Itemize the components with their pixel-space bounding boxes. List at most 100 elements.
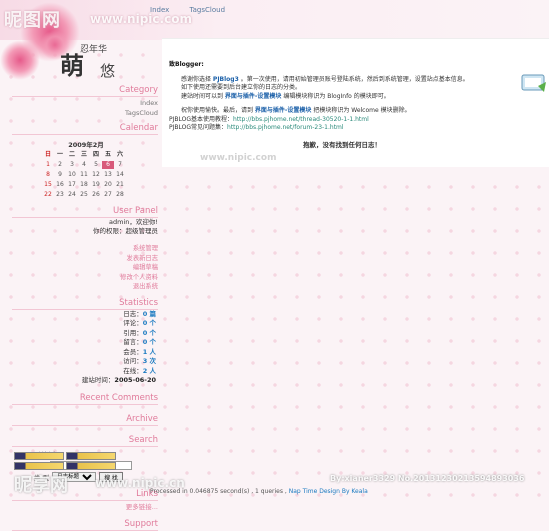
calendar-day[interactable]: 22 [42,191,54,199]
help-line: PJBLOG常见问题集：http://bbs.pjhome.net/forum-… [169,124,344,131]
category-link-index[interactable]: Index [12,98,158,108]
watermark-id: By:xianer3329 No.20131230213594893036 [330,474,525,483]
category-links: Index TagsCloud [12,97,158,118]
calendar-day[interactable]: 10 [66,171,78,179]
stat-row: 留言：0 个 [123,338,156,346]
calendar-day[interactable]: 20 [102,181,114,189]
theme-credit[interactable]: Nap Time Design By Keala [289,488,368,495]
w3c-badge[interactable] [66,462,116,470]
w3c-badge[interactable] [66,452,116,460]
tutorial-link[interactable]: http://bbs.pjhome.net/thread-30520-1-1.h… [233,116,369,123]
logo-mark: 萌 [60,51,84,80]
w3c-badge[interactable] [14,462,64,470]
calendar-day[interactable]: 13 [102,171,114,179]
statistics-list: 日志：0 篇评论：0 个引用：0 个留言：0 个会员：1 人访问：3 次在线：2… [12,310,156,386]
footer: Processed in 0.046875 second(s) , 1 quer… [150,488,368,495]
statistics-title: Statistics [12,297,158,310]
calendar-day[interactable]: 1 [42,161,54,169]
stat-row: 在线：2 人 [123,366,156,375]
role-text: 你的权限：超级管理员 [93,227,158,235]
stat-row: 评论：0 个 [123,319,156,327]
calendar-day[interactable]: 24 [66,191,78,199]
flower-decoration [0,40,40,80]
calendar-weekday: 三 [80,151,87,158]
calendar-weekday: 四 [92,151,99,158]
calendar-weekday: 一 [56,151,63,158]
calendar-day[interactable]: 17 [66,181,78,189]
stat-row: 会员：1 人 [123,347,156,356]
faq-link[interactable]: http://bbs.pjhome.net/forum-23-1.html [227,124,344,131]
calendar-day[interactable]: 11 [78,171,90,179]
calendar-grid: 日一二三四五六 1 2 3 4 5 6 7 8 9 10 11 12 13 14 15 16 17 18 19 20 21… [42,151,130,199]
calendar-day[interactable]: 27 [102,191,114,199]
user-info: admin，欢迎你! 你的权限：超级管理员 [12,218,158,236]
stat-row: 建站时间：2005-06-20 [81,376,156,384]
calendar-day[interactable]: 26 [90,191,102,199]
welcome-paragraph: 如下使用还需要到后台建立你的日志的分类。 [181,84,302,91]
welcome-paragraph: 祝你使用愉快。最后，请到 界面与插件-设置模块 把模块称识为 Welcome 模… [181,107,411,114]
admin-link-new-post[interactable]: 发表新日志 [12,254,158,264]
admin-link-system[interactable]: 系统管理 [12,244,158,254]
calendar-weekday: 二 [68,151,75,158]
search-title: Search [12,434,158,447]
archive-title: Archive [12,413,158,426]
calendar-day[interactable]: 21 [114,181,126,189]
calendar-day[interactable]: 23 [54,191,66,199]
calendar-day[interactable]: 9 [54,171,66,179]
calendar-day[interactable]: 28 [114,191,126,199]
calendar-day[interactable]: 16 [54,181,66,189]
calendar-day[interactable]: 8 [42,171,54,179]
support-badges [14,452,124,470]
admin-link-drafts[interactable]: 编辑草稿 [12,263,158,273]
not-found-message: 抱歉，没有找到任何日志！ [303,141,381,149]
stat-row: 日志：0 篇 [123,309,156,318]
recent-comments-title: Recent Comments [12,392,158,405]
calendar-weekday: 日 [44,151,51,158]
help-line: PJBLOG基本使用教程：http://bbs.pjhome.net/threa… [169,115,369,123]
calendar-day[interactable]: 7 [114,161,126,169]
calendar-day[interactable]: 15 [42,181,54,189]
logo-subtitle-2: 悠 [100,62,116,80]
calendar-day[interactable]: 14 [114,171,126,179]
category-link-tagscloud[interactable]: TagsCloud [12,108,158,118]
watermark-brand: 昵图网 [4,10,61,31]
watermark-url: www.nipic.com [200,153,277,163]
calendar-day[interactable]: 12 [90,171,102,179]
watermark-brand: 昵享网 [14,475,68,496]
calendar-weekday: 五 [104,151,111,158]
user-panel-title: User Panel [12,205,158,218]
calendar-day[interactable]: 18 [78,181,90,189]
more-links[interactable]: 更多链接... [12,501,158,512]
nav-tagscloud-link[interactable]: TagsCloud [190,6,226,14]
support-title: Support [12,518,158,531]
greeting: 致Blogger: [169,61,204,68]
calendar-day[interactable]: 6 [102,161,114,169]
calendar: 2009年2月 日一二三四五六 1 2 3 4 5 6 7 8 9 10 11 12 13 14 15 16 17… [42,139,130,199]
calendar-month: 2009年2月 [68,141,104,149]
computer-icon [521,74,546,92]
calendar-day[interactable]: 4 [78,161,90,169]
calendar-day[interactable]: 19 [90,181,102,189]
calendar-day[interactable]: 5 [90,161,102,169]
top-nav: Index TagsCloud [150,6,243,14]
calendar-day[interactable]: 25 [78,191,90,199]
calendar-weekday: 六 [116,151,123,158]
calendar-day[interactable]: 3 [66,161,78,169]
w3c-badge[interactable] [14,452,64,460]
stat-row: 访问：3 次 [123,357,156,365]
logo-subtitle: 忍年华 [80,45,108,55]
processed-text: Processed in 0.046875 second(s) , 1 quer… [150,488,283,495]
admin-link-logout[interactable]: 退出系统 [12,282,158,292]
welcome-box: 致Blogger: 感谢你选择 PJBlog3 。第一次使用，请用初始管理员账号… [169,61,509,133]
main-content: 致Blogger: 感谢你选择 PJBlog3 。第一次使用，请用初始管理员账号… [162,38,549,167]
welcome-paragraph: 感谢你选择 PJBlog3 。第一次使用，请用初始管理员账号登陆系统，然后到系统… [181,75,469,83]
calendar-day[interactable]: 2 [54,161,66,169]
calendar-title: Calendar [12,122,158,135]
category-title: Category [12,84,158,97]
watermark-url: www.nipic.com [90,12,192,26]
stat-row: 引用：0 个 [123,328,156,337]
admin-link-profile[interactable]: 修改个人资料 [12,273,158,283]
header-bar [0,0,549,40]
welcome-paragraph: 建站时间可以到 界面与插件-设置模块 编辑模块称识为 BlogInfo 的模块即… [181,92,390,100]
nav-index-link[interactable]: Index [150,6,169,14]
